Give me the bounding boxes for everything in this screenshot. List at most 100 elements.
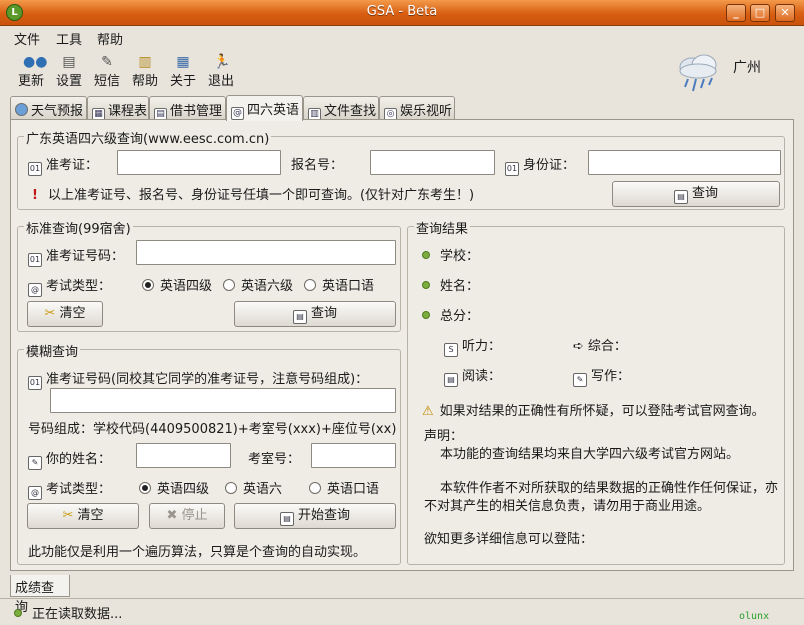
radio-selected-icon xyxy=(142,279,154,291)
standard-query-group: 标准查询(99宿舍) 01 准考证号码： @ 考试类型： 英语四级 英语六级 英语口… xyxy=(17,218,401,332)
fuzzy-footnote: 此功能仅是利用一个遍历算法，只算是个查询的自动实现。 xyxy=(28,545,367,560)
fuzzy-ticket-label: 01 准考证号码(同校其它同学的准考证号，注意号码组成)： xyxy=(28,368,368,390)
exclamation-icon: ! xyxy=(32,188,38,203)
menu-tools[interactable]: 工具 xyxy=(56,29,82,48)
exit-icon: 🏃 xyxy=(213,54,231,70)
fuzzy-start-button[interactable]: ▤ 开始查询 xyxy=(234,503,396,529)
std-radio-cet6[interactable]: 英语六级 xyxy=(223,275,293,294)
radio-icon xyxy=(309,482,321,494)
declaration-title: 声明： xyxy=(424,429,464,444)
sms-button[interactable]: ✎ 短信 xyxy=(90,52,124,89)
menu-file[interactable]: 文件 xyxy=(14,29,40,48)
warning-icon: ⚠ xyxy=(422,404,434,419)
menu-bar: 文件 工具 帮助 xyxy=(0,26,804,48)
id-label: 01 身份证： xyxy=(505,154,575,176)
result-total: 总分： xyxy=(422,305,479,324)
gd-query-button[interactable]: ▤ 查询 xyxy=(612,181,780,207)
gd-id-input[interactable] xyxy=(588,150,781,175)
fuzzy-radio-cet4[interactable]: 英语四级 xyxy=(139,478,209,497)
reading-icon: ▤ xyxy=(444,373,458,387)
fuzzy-composition: 号码组成：学校代码(4409500821)+考室号(xxx)+座位号(xx) xyxy=(28,422,397,437)
tab-media[interactable]: ◎ 娱乐视听 xyxy=(379,96,455,121)
radio-icon xyxy=(223,279,235,291)
declaration-line2a: 本软件作者不对所获取的结果数据的正确性作任何保证，亦 xyxy=(440,481,779,496)
result-listening: S 听力： xyxy=(444,335,501,357)
update-icon: ●● xyxy=(23,54,48,70)
edit-icon: ✎ xyxy=(28,456,42,470)
bullet-icon xyxy=(422,251,430,259)
title-bar[interactable]: L GSA - Beta _ □ ✕ xyxy=(0,0,804,26)
tab-schedule[interactable]: ▦ 课程表 xyxy=(87,96,149,121)
fuzzy-radio-oral[interactable]: 英语口语 xyxy=(309,478,379,497)
status-bar: 正在读取数据... olunx xyxy=(0,598,804,625)
fuzzy-room-input[interactable] xyxy=(311,443,396,468)
id-card-icon: 01 xyxy=(505,162,519,176)
guangdong-query-group: 广东英语四六级查询(www.eesc.com.cn) 01 准考证： 报名号： 0… xyxy=(17,128,785,210)
standard-group-title: 标准查询(99宿舍) xyxy=(24,218,133,237)
settings-icon: ▤ xyxy=(62,54,76,70)
std-clear-button[interactable]: ✂ 清空 xyxy=(27,301,103,327)
clear-icon: ✂ xyxy=(44,306,56,321)
bullet-icon xyxy=(422,281,430,289)
radio-icon xyxy=(304,279,316,291)
result-comprehensive: ➪ 综合： xyxy=(573,339,627,354)
settings-button[interactable]: ▤ 设置 xyxy=(52,52,86,89)
english-icon: @ xyxy=(28,283,42,297)
writing-icon: ✎ xyxy=(573,373,587,387)
result-school: 学校： xyxy=(422,245,479,264)
help-button[interactable]: ▥ 帮助 xyxy=(128,52,162,89)
fuzzy-name-input[interactable] xyxy=(136,443,231,468)
rain-cloud-icon xyxy=(679,54,717,92)
std-ticket-input[interactable] xyxy=(136,240,396,265)
result-warning: ⚠ 如果对结果的正确性有所怀疑，可以登陆考试官网查询。 xyxy=(422,404,765,419)
close-button[interactable]: ✕ xyxy=(775,4,795,22)
bullet-icon xyxy=(422,311,430,319)
fuzzy-query-group: 模糊查询 01 准考证号码(同校其它同学的准考证号，注意号码组成)： 号码组成：学… xyxy=(17,341,401,565)
update-button[interactable]: ●● 更新 xyxy=(14,52,48,89)
about-icon: ▦ xyxy=(176,54,190,70)
tab-library[interactable]: ▤ 借书管理 xyxy=(149,96,226,121)
menu-help[interactable]: 帮助 xyxy=(97,29,123,48)
guangdong-group-title: 广东英语四六级查询(www.eesc.com.cn) xyxy=(24,128,272,147)
minimize-button[interactable]: _ xyxy=(726,4,746,22)
std-type-label: @ 考试类型： xyxy=(28,275,111,297)
result-reading: ▤ 阅读： xyxy=(444,365,501,387)
watermark: olunx xyxy=(739,611,770,622)
id-card-icon: 01 xyxy=(28,376,42,390)
city-label: 广州 xyxy=(733,60,761,76)
result-group: 查询结果 学校： 姓名： 总分： S 听力： ➪ 综合： ▤ 阅读： ✎ 写作： ⚠ 如果… xyxy=(407,218,785,565)
declaration-line1: 本功能的查询结果均来自大学四六级考试官方网站。 xyxy=(440,447,740,462)
gd-ticket-input[interactable] xyxy=(117,150,281,175)
fuzzy-room-label: 考室号： xyxy=(248,452,301,467)
result-writing: ✎ 写作： xyxy=(573,365,630,387)
std-radio-cet4[interactable]: 英语四级 xyxy=(142,275,212,294)
fuzzy-type-label: @ 考试类型： xyxy=(28,478,111,500)
tab-english[interactable]: @ 四六英语 xyxy=(226,95,303,121)
english-panel: 广东英语四六级查询(www.eesc.com.cn) 01 准考证： 报名号： 0… xyxy=(10,119,794,571)
globe-icon xyxy=(15,103,28,116)
exit-button[interactable]: 🏃 退出 xyxy=(204,52,238,89)
about-button[interactable]: ▦ 关于 xyxy=(166,52,200,89)
status-text: 正在读取数据... xyxy=(14,603,122,622)
tab-file-search[interactable]: ▥ 文件查找 xyxy=(303,96,379,121)
query-icon: ▤ xyxy=(292,310,307,324)
stop-icon: ✖ xyxy=(166,508,178,523)
tab-score-query[interactable]: 成绩查询 xyxy=(10,575,70,615)
std-ticket-label: 01 准考证号码： xyxy=(28,245,124,267)
fuzzy-stop-button[interactable]: ✖ 停止 xyxy=(149,503,225,529)
std-query-button[interactable]: ▤ 查询 xyxy=(234,301,396,327)
fuzzy-ticket-input[interactable] xyxy=(50,388,396,413)
maximize-button[interactable]: □ xyxy=(750,4,770,22)
reg-label: 报名号： xyxy=(291,158,344,173)
fuzzy-radio-cet6[interactable]: 英语六 xyxy=(225,478,305,497)
sms-icon: ✎ xyxy=(101,54,113,70)
gd-note: ! 以上准考证号、报名号、身份证号任填一个即可查询。(仅针对广东考生！) xyxy=(32,188,475,203)
std-radio-oral[interactable]: 英语口语 xyxy=(304,275,374,294)
gd-reg-input[interactable] xyxy=(370,150,495,175)
fuzzy-clear-button[interactable]: ✂ 清空 xyxy=(27,503,139,529)
tab-weather[interactable]: 天气预报 xyxy=(10,96,87,120)
radio-icon xyxy=(225,482,237,494)
result-name: 姓名： xyxy=(422,275,479,294)
radio-selected-icon xyxy=(139,482,151,494)
fuzzy-group-title: 模糊查询 xyxy=(24,341,81,360)
